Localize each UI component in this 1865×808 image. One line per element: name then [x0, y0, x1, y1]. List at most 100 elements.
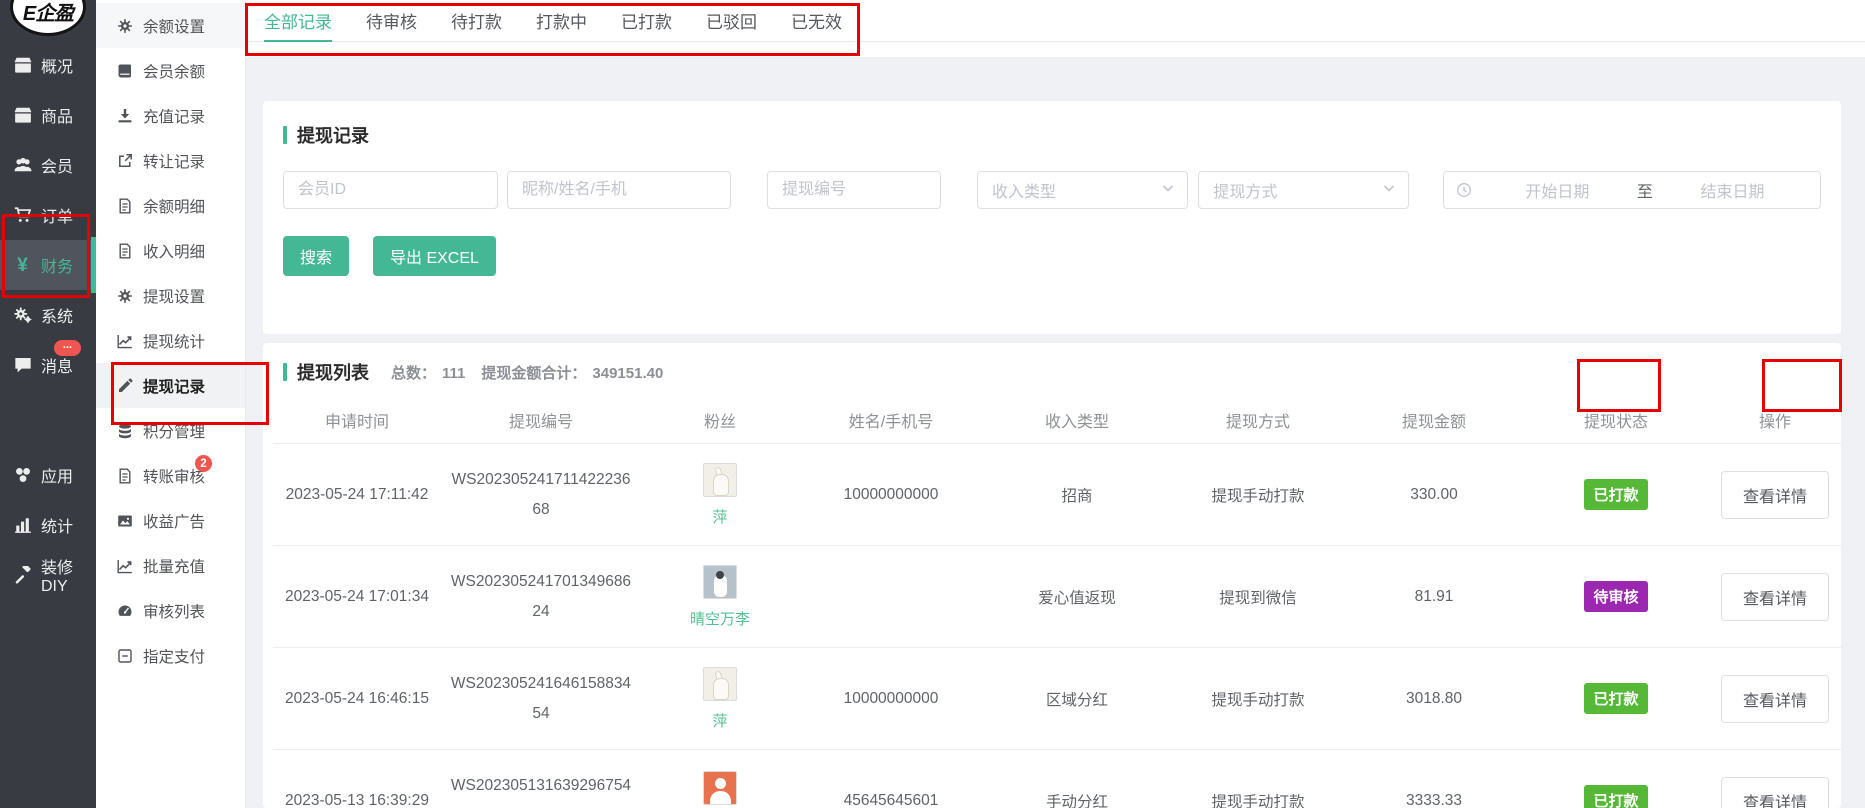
submenu-item-label: 审核列表	[143, 600, 205, 622]
submenu-item-member-balance[interactable]: 会员余额	[96, 48, 245, 93]
cell-fan: A	[641, 771, 799, 808]
header-apply-time: 申请时间	[273, 408, 441, 432]
fan-nickname[interactable]: 晴空万李	[690, 608, 750, 629]
sidebar-item-label: 财务	[41, 253, 73, 277]
withdraw-method-select[interactable]: 提现方式	[1198, 171, 1408, 209]
sidebar-item-finance[interactable]: ¥ 财务	[0, 240, 96, 290]
chart-line-icon	[117, 558, 133, 574]
tab-all-records[interactable]: 全部记录	[264, 0, 332, 41]
total-value: 111	[442, 365, 465, 382]
sidebar-item-goods[interactable]: 商品	[0, 90, 96, 140]
cell-fan: 萍	[641, 667, 799, 731]
finance-submenu: 余额设置 会员余额 充值记录 转让记录 余额明细 收入明细 提现设置 提现统计	[96, 0, 246, 808]
view-detail-button[interactable]: 查看详情	[1721, 471, 1829, 519]
cell-name-phone: 10000000000	[799, 690, 983, 708]
chart-line-icon	[117, 333, 133, 349]
tab-invalid[interactable]: 已无效	[791, 0, 842, 41]
submenu-item-balance-settings[interactable]: 余额设置	[96, 3, 245, 48]
member-id-input[interactable]	[283, 171, 498, 209]
app-logo[interactable]: E企盈	[0, 0, 96, 40]
cell-income-type: 招商	[983, 484, 1171, 506]
sidebar-item-diy[interactable]: 装修DIY	[0, 550, 96, 600]
header-withdraw-status: 提现状态	[1523, 408, 1709, 432]
title-accent-bar	[283, 126, 287, 144]
submenu-item-withdraw-stats[interactable]: 提现统计	[96, 318, 245, 363]
submenu-item-income-details[interactable]: 收入明细	[96, 228, 245, 273]
sidebar-item-label: 商品	[41, 103, 73, 127]
cell-apply-time: 2023-05-24 17:11:42	[273, 486, 441, 504]
cell-income-type: 爱心值返现	[983, 586, 1171, 608]
tab-pending-payment[interactable]: 待打款	[451, 0, 502, 41]
book-icon	[117, 63, 133, 79]
status-badge: 已打款	[1584, 785, 1647, 808]
sidebar-item-overview[interactable]: 概况	[0, 40, 96, 90]
tab-rejected[interactable]: 已驳回	[706, 0, 757, 41]
withdraw-list-panel: 提现列表 总数：111 提现金额合计：349151.40 申请时间 提现编号 粉…	[263, 343, 1841, 808]
sidebar-item-label: 消息	[41, 353, 73, 377]
tab-pending-review[interactable]: 待审核	[366, 0, 417, 41]
date-separator: 至	[1637, 178, 1653, 202]
export-excel-button[interactable]: 导出 EXCEL	[373, 236, 496, 276]
submenu-item-review-list[interactable]: 审核列表	[96, 588, 245, 633]
tab-paid[interactable]: 已打款	[621, 0, 672, 41]
table-header-row: 申请时间 提现编号 粉丝 姓名/手机号 收入类型 提现方式 提现金额 提现状态 …	[273, 397, 1841, 443]
submenu-item-withdraw-settings[interactable]: 提现设置	[96, 273, 245, 318]
sidebar-item-label: 订单	[41, 203, 73, 227]
cell-action: 查看详情	[1709, 471, 1841, 519]
sidebar-item-label: 装修DIY	[41, 554, 96, 596]
sidebar-item-apps[interactable]: 应用	[0, 450, 96, 500]
submenu-item-label: 积分管理	[143, 420, 205, 442]
fan-nickname[interactable]: 萍	[712, 506, 727, 527]
submenu-item-transfer-review[interactable]: 转账审核 2	[96, 453, 245, 498]
view-detail-button[interactable]: 查看详情	[1721, 675, 1829, 723]
submenu-item-balance-details[interactable]: 余额明细	[96, 183, 245, 228]
start-date-placeholder[interactable]: 开始日期	[1482, 178, 1633, 202]
filter-panel-title: 提现记录	[283, 122, 1821, 148]
total-label: 总数：	[391, 362, 436, 383]
finance-icon: ¥	[13, 256, 32, 275]
tab-paying[interactable]: 打款中	[536, 0, 587, 41]
submenu-item-revenue-ads[interactable]: 收益广告	[96, 498, 245, 543]
cell-income-type: 手动分红	[983, 790, 1171, 808]
cell-withdraw-method: 提现到微信	[1171, 586, 1345, 608]
header-name-phone: 姓名/手机号	[799, 408, 983, 432]
coins-icon	[117, 423, 133, 439]
cell-income-type: 区域分红	[983, 688, 1171, 710]
submenu-item-points-management[interactable]: 积分管理	[96, 408, 245, 453]
nickname-input[interactable]	[507, 171, 731, 209]
cell-withdraw-no: WS20230524171142223668	[441, 465, 641, 524]
fan-avatar	[703, 667, 737, 701]
title-accent-bar	[283, 363, 287, 381]
date-range-picker[interactable]: 开始日期 至 结束日期	[1443, 171, 1821, 209]
members-icon	[13, 156, 32, 175]
filter-title-text: 提现记录	[297, 122, 369, 148]
submenu-item-batch-recharge[interactable]: 批量充值	[96, 543, 245, 588]
submenu-item-label: 余额明细	[143, 195, 205, 217]
view-detail-button[interactable]: 查看详情	[1721, 573, 1829, 621]
status-tabs: 全部记录 待审核 待打款 打款中 已打款 已驳回 已无效	[246, 0, 1865, 42]
orders-icon	[13, 206, 32, 225]
submenu-item-withdraw-records[interactable]: 提现记录	[96, 363, 245, 408]
end-date-placeholder[interactable]: 结束日期	[1657, 178, 1808, 202]
sidebar-item-label: 会员	[41, 153, 73, 177]
sidebar-item-system[interactable]: 系统	[0, 290, 96, 340]
fan-nickname[interactable]: 萍	[712, 710, 727, 731]
submenu-item-label: 收益广告	[143, 510, 205, 532]
pencil-icon	[117, 378, 133, 394]
sidebar-item-orders[interactable]: 订单	[0, 190, 96, 240]
submenu-item-transfer-records[interactable]: 转让记录	[96, 138, 245, 183]
view-detail-button[interactable]: 查看详情	[1721, 777, 1829, 808]
submenu-item-label: 会员余额	[143, 60, 205, 82]
sidebar-item-members[interactable]: 会员	[0, 140, 96, 190]
system-icon	[13, 306, 32, 325]
sidebar-item-messages[interactable]: 消息 ...	[0, 340, 96, 390]
download-icon	[117, 108, 133, 124]
sidebar-item-stats[interactable]: 统计	[0, 500, 96, 550]
submenu-item-designated-payment[interactable]: 指定支付	[96, 633, 245, 678]
withdraw-no-input[interactable]	[767, 171, 941, 209]
chevron-down-icon	[1161, 181, 1175, 200]
search-button[interactable]: 搜索	[283, 236, 349, 276]
income-type-select[interactable]: 收入类型	[977, 171, 1188, 209]
submenu-item-recharge-records[interactable]: 充值记录	[96, 93, 245, 138]
transfer-review-badge: 2	[195, 455, 212, 472]
